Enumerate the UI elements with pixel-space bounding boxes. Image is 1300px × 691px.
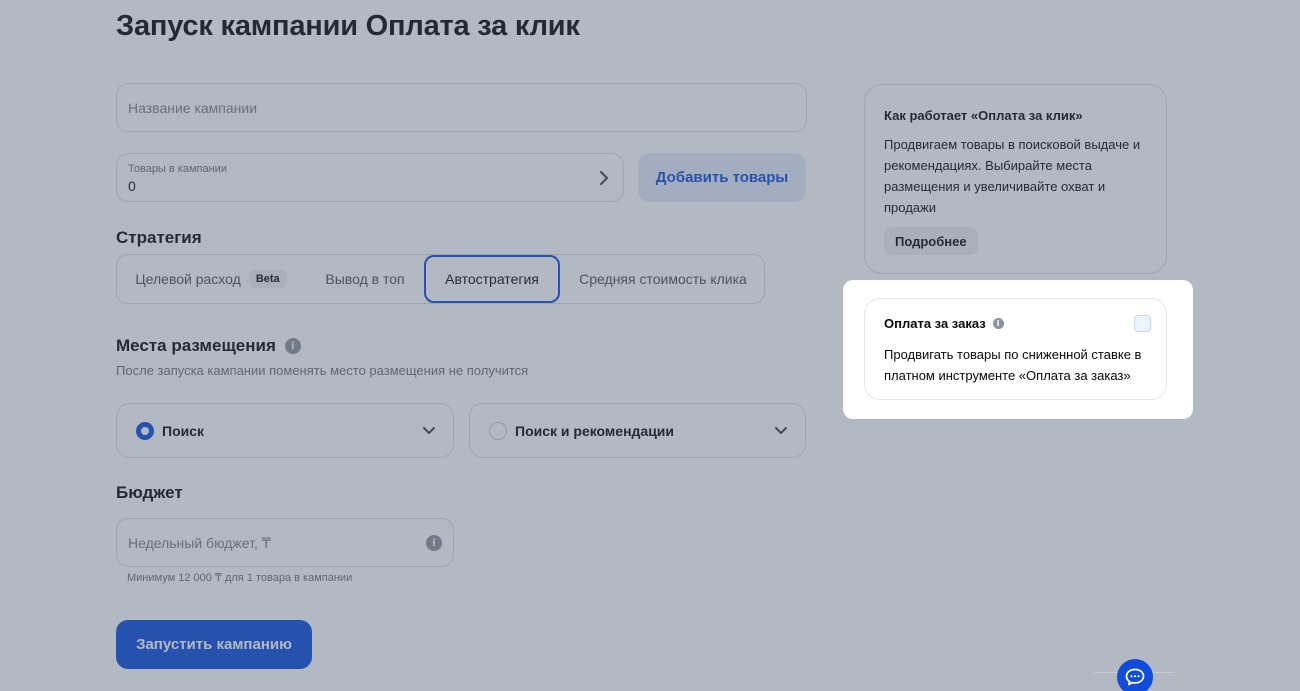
strategy-avg-cpc-label: Средняя стоимость клика xyxy=(579,271,747,287)
radio-unselected[interactable] xyxy=(489,422,507,440)
how-it-works-title: Как работает «Оплата за клик» xyxy=(884,108,1083,123)
chat-icon xyxy=(1125,668,1145,686)
campaign-name-input[interactable]: Название кампании xyxy=(116,83,807,132)
strategy-target-spend-label: Целевой расход xyxy=(135,271,241,287)
more-button[interactable]: Подробнее xyxy=(884,227,978,255)
placement-search-recs-label: Поиск и рекомендации xyxy=(515,423,675,439)
radio-selected[interactable] xyxy=(136,422,154,440)
chevron-down-icon[interactable] xyxy=(775,427,787,435)
pay-per-order-title: Оплата за заказ i xyxy=(884,316,1004,331)
info-icon[interactable]: i xyxy=(992,318,1004,329)
placement-search-label: Поиск xyxy=(162,423,205,439)
pay-per-order-title-text: Оплата за заказ xyxy=(884,316,986,331)
info-icon[interactable]: i xyxy=(284,338,301,354)
strategy-auto-label: Автостратегия xyxy=(445,271,539,287)
placement-option-search[interactable]: Поиск xyxy=(116,403,454,458)
chevron-right-icon xyxy=(600,171,608,185)
pay-per-order-text: Продвигать товары по сниженной ставке в … xyxy=(884,347,1142,383)
strategy-title: Стратегия xyxy=(116,228,202,247)
launch-campaign-button[interactable]: Запустить кампанию xyxy=(116,620,312,669)
how-it-works-card: Как работает «Оплата за клик» Продвигаем… xyxy=(864,84,1167,274)
strategy-target-spend[interactable]: Целевой расход Beta xyxy=(123,255,299,303)
strategy-top-label: Вывод в топ xyxy=(325,271,405,287)
spotlight-highlight: Оплата за заказ i Продвигать товары по с… xyxy=(843,280,1193,419)
budget-title: Бюджет xyxy=(116,483,183,502)
placement-subtitle: После запуска кампании поменять место ра… xyxy=(116,363,529,378)
info-icon[interactable]: i xyxy=(426,535,442,551)
beta-badge: Beta xyxy=(248,270,287,288)
strategy-avg-cpc[interactable]: Средняя стоимость клика xyxy=(567,255,759,303)
pay-per-order-card: Оплата за заказ i Продвигать товары по с… xyxy=(864,298,1167,400)
strategy-selector: Целевой расход Beta Вывод в топ Автостра… xyxy=(116,254,765,304)
placement-title: Места размещения i xyxy=(116,336,301,356)
strategy-top[interactable]: Вывод в топ xyxy=(307,255,423,303)
chat-button[interactable] xyxy=(1117,659,1153,691)
pay-per-order-checkbox[interactable] xyxy=(1134,315,1151,332)
products-count: 0 xyxy=(128,178,136,194)
page: Запуск кампании Оплата за клик Название … xyxy=(0,0,1300,691)
weekly-budget-input[interactable]: Недельный бюджет, ₸ i xyxy=(116,518,454,567)
placement-option-search-recs[interactable]: Поиск и рекомендации xyxy=(469,403,806,458)
page-title: Запуск кампании Оплата за клик xyxy=(116,10,580,42)
how-it-works-text: Продвигаем товары в поисковой выдаче и р… xyxy=(884,137,1141,215)
campaign-name-placeholder: Название кампании xyxy=(128,100,258,116)
chevron-down-icon[interactable] xyxy=(423,427,435,435)
strategy-auto[interactable]: Автостратегия xyxy=(424,255,560,303)
budget-hint: Минимум 12 000 ₸ для 1 товара в кампании xyxy=(127,572,353,584)
products-label: Товары в кампании xyxy=(128,163,227,175)
products-field[interactable]: Товары в кампании 0 xyxy=(116,153,624,202)
placement-title-text: Места размещения xyxy=(116,336,276,355)
add-products-button[interactable]: Добавить товары xyxy=(638,153,806,202)
weekly-budget-placeholder: Недельный бюджет, ₸ xyxy=(128,535,271,551)
